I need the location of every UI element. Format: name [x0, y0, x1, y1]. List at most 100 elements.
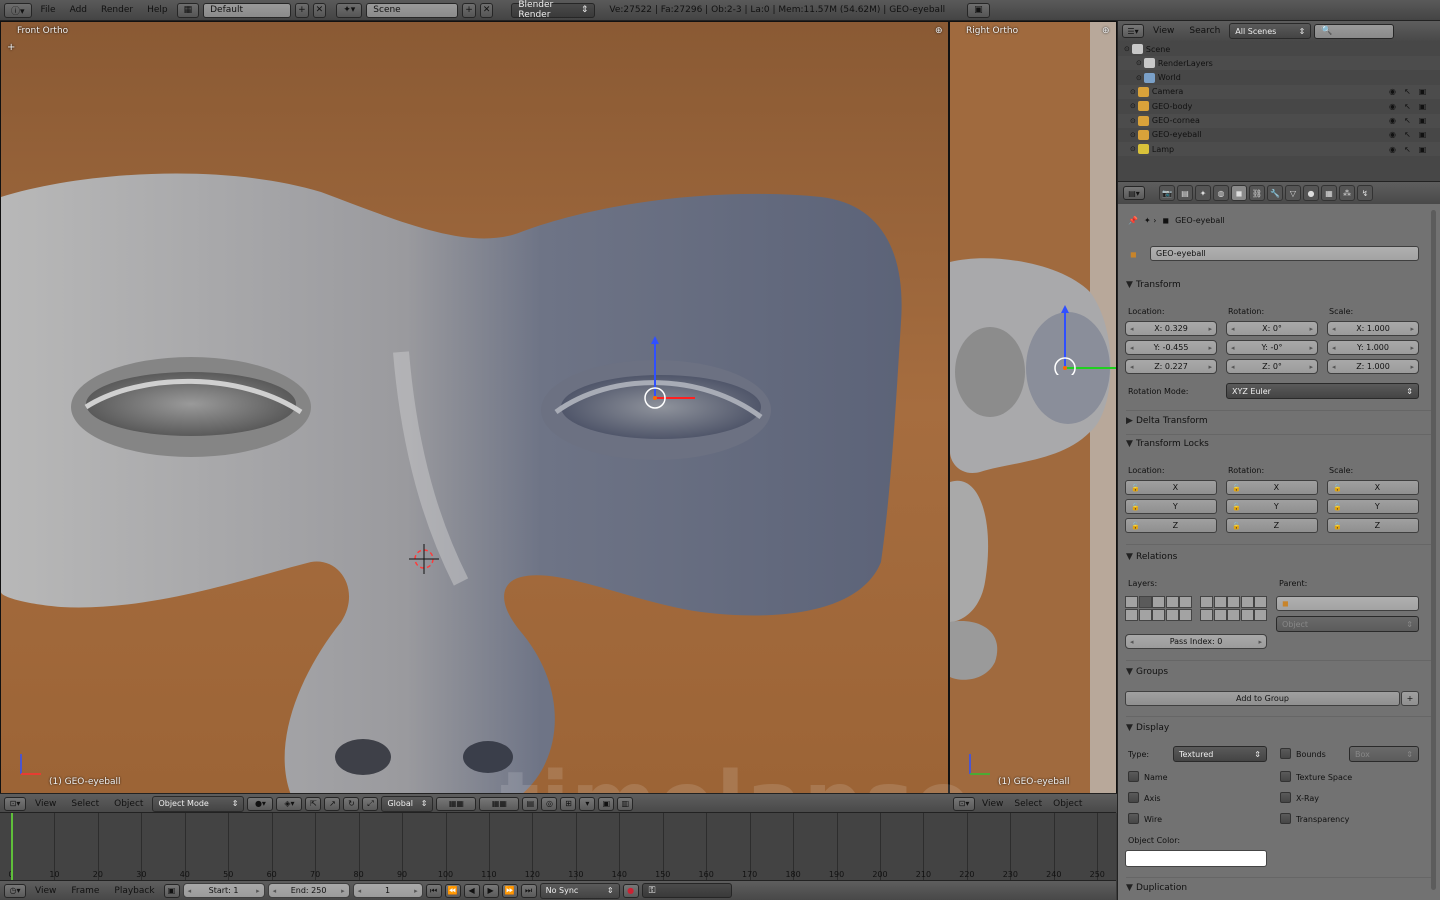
layer-toggle[interactable] [1125, 609, 1138, 621]
outliner-row[interactable]: ⊙ GEO-eyeball ◉ ↖ ▣ [1118, 128, 1440, 142]
expand-icon[interactable]: ⊙ [1130, 145, 1136, 153]
expand-icon[interactable]: ⊙ [1136, 59, 1142, 67]
expand-icon[interactable]: ⊙ [1136, 74, 1142, 82]
next-keyframe-icon[interactable]: ⏩ [501, 883, 518, 898]
play-icon[interactable]: ▶ [482, 883, 499, 898]
tab-layers-icon[interactable]: ▤ [1177, 185, 1193, 201]
scene-icon[interactable]: ✦▾ [336, 2, 363, 18]
menu-file[interactable]: File [36, 5, 61, 15]
layer-toggle[interactable] [1240, 609, 1254, 621]
layers-grid-2-icon[interactable]: ▦▦ [479, 796, 520, 811]
delta-transform-section-header[interactable]: ▶ Delta Transform [1126, 416, 1426, 426]
scene-field[interactable]: Scene [366, 2, 459, 18]
location-field[interactable]: ◂ Z: 0.227 ▸ [1125, 359, 1217, 374]
outliner-row[interactable]: ⊙ GEO-cornea ◉ ↖ ▣ [1118, 113, 1440, 128]
remove-scene-icon[interactable]: ✕ [479, 2, 494, 18]
snap-icon[interactable]: ⊞ [560, 796, 577, 811]
end-frame-field[interactable]: ◂ End: 250 ▸ [267, 883, 350, 898]
render-anim-icon[interactable]: ▥ [617, 796, 634, 811]
decrement-arrow-icon[interactable]: ◂ [1332, 363, 1336, 371]
decrement-arrow-icon[interactable]: ◂ [1130, 344, 1134, 352]
layer-toggle[interactable] [1152, 609, 1165, 621]
translate-manipulator-icon[interactable]: ↗ [324, 796, 341, 811]
tab-object-icon[interactable]: ◼ [1231, 185, 1247, 201]
editor-type-timeline-icon[interactable]: ◷▾ [4, 883, 26, 898]
add-layout-icon[interactable]: + [295, 2, 309, 18]
remove-layout-icon[interactable]: ✕ [312, 2, 327, 18]
front-menu-view[interactable]: View [29, 799, 62, 809]
camera-icon[interactable]: ▣ [1418, 87, 1427, 96]
pass-index-field[interactable]: ◂ Pass Index: 0 ▸ [1125, 634, 1267, 649]
menu-add[interactable]: Add [65, 5, 92, 15]
transform-locks-section-header[interactable]: ▼ Transform Locks [1126, 439, 1426, 449]
keying-set-field[interactable]: ⚿ [641, 883, 732, 898]
rotation-field[interactable]: ◂ Y: -0° ▸ [1226, 340, 1318, 355]
expand-icon[interactable]: ⊙ [1130, 117, 1136, 125]
timeline-menu-playback[interactable]: Playback [108, 886, 160, 896]
rotate-manipulator-icon[interactable]: ↻ [343, 796, 360, 811]
tab-scene-icon[interactable]: ✦ [1195, 185, 1211, 201]
tab-material-icon[interactable]: ● [1303, 185, 1319, 201]
editor-type-properties-icon[interactable]: ▤▾ [1123, 186, 1145, 200]
camera-icon[interactable]: ▣ [1418, 116, 1427, 125]
transparency-checkbox[interactable] [1280, 813, 1291, 824]
object-color-swatch[interactable] [1125, 850, 1267, 867]
layer-toggle[interactable] [1254, 609, 1267, 621]
layer-toggle[interactable] [1138, 609, 1152, 621]
decrement-arrow-icon[interactable]: ◂ [1231, 344, 1235, 352]
outliner-menu-search[interactable]: Search [1183, 26, 1226, 36]
expand-icon[interactable]: ⊙ [1130, 131, 1136, 139]
layer-toggle[interactable] [1200, 596, 1213, 608]
layout-field[interactable]: Default [203, 2, 292, 18]
groups-section-header[interactable]: ▼ Groups [1126, 667, 1426, 677]
increment-arrow-icon[interactable]: ▸ [1410, 325, 1414, 333]
editor-type-button[interactable]: ⓘ▾ [4, 2, 32, 18]
current-frame-field[interactable]: ◂ 1 ▸ [352, 883, 423, 898]
expand-icon[interactable]: ⊙ [1130, 102, 1136, 110]
layer-toggle[interactable] [1240, 596, 1254, 608]
right-menu-select[interactable]: Select [1010, 799, 1046, 809]
transform-manipulator-right[interactable] [1048, 305, 1117, 375]
layer-toggle[interactable] [1138, 596, 1152, 608]
eye-icon[interactable]: ◉ [1388, 87, 1397, 96]
viewport-right-corner-icon[interactable]: ⊕ [1102, 26, 1110, 36]
wire-checkbox[interactable] [1128, 813, 1139, 824]
editor-type-outliner-icon[interactable]: ☰▾ [1122, 24, 1144, 38]
expand-icon[interactable]: ⊙ [1130, 88, 1136, 96]
shading-icon[interactable]: ●▾ [247, 796, 274, 811]
outliner-search-input[interactable]: 🔍 [1314, 23, 1395, 39]
add-to-group-button[interactable]: Add to Group [1125, 691, 1400, 706]
increment-arrow-icon[interactable]: ▸ [1208, 344, 1212, 352]
sync-select[interactable]: No Sync ⇕ [539, 882, 620, 899]
right-menu-object[interactable]: Object [1049, 799, 1086, 809]
tab-physics-icon[interactable]: ↯ [1357, 185, 1373, 201]
expand-icon[interactable]: ⊙ [1124, 45, 1130, 53]
camera-icon[interactable]: ▣ [1418, 102, 1427, 111]
rotation-field[interactable]: ◂ X: 0° ▸ [1226, 321, 1318, 336]
layer-toggle[interactable] [1227, 596, 1240, 608]
viewport-right-ortho[interactable]: Right Ortho ⊕ (1) GEO-eyeball [949, 21, 1117, 794]
layer-toggle[interactable] [1254, 596, 1267, 608]
increment-arrow-icon[interactable]: ▸ [1208, 363, 1212, 371]
xray-checkbox[interactable] [1280, 792, 1291, 803]
tab-constraints-icon[interactable]: ⛓ [1249, 185, 1265, 201]
front-menu-object[interactable]: Object [108, 799, 149, 809]
rotation-field[interactable]: ◂ Z: 0° ▸ [1226, 359, 1318, 374]
cursor-icon[interactable]: ↖ [1403, 87, 1412, 96]
layer-toggle[interactable] [1213, 609, 1227, 621]
lock-layers-icon[interactable]: ▤ [522, 796, 539, 811]
scale-field[interactable]: ◂ Z: 1.000 ▸ [1327, 359, 1419, 374]
decrement-arrow-icon[interactable]: ◂ [1130, 325, 1134, 333]
record-icon[interactable]: ● [622, 883, 639, 898]
eye-icon[interactable]: ◉ [1388, 116, 1397, 125]
layer-toggle[interactable] [1165, 609, 1179, 621]
menu-help[interactable]: Help [142, 5, 173, 15]
parent-type-select[interactable]: Object ⇕ [1276, 616, 1419, 632]
duplication-section-header[interactable]: ▼ Duplication [1126, 883, 1426, 893]
cursor-icon[interactable]: ↖ [1403, 116, 1412, 125]
bounds-type-select[interactable]: Box ⇕ [1349, 746, 1419, 762]
layer-toggle[interactable] [1179, 609, 1192, 621]
increment-arrow-icon[interactable]: ▸ [1410, 344, 1414, 352]
menu-render[interactable]: Render [96, 5, 138, 15]
render-engine-select[interactable]: Blender Render ⇕ [511, 0, 596, 20]
